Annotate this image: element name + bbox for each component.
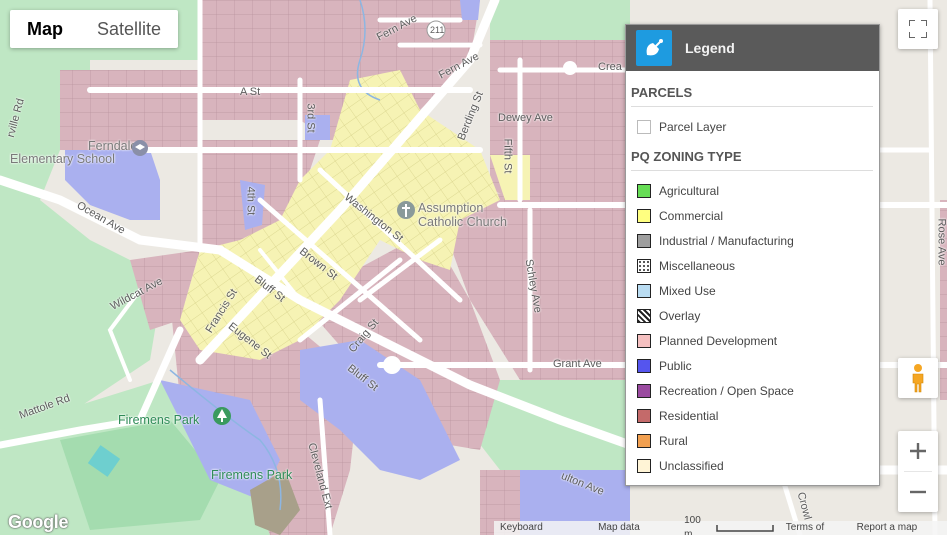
legend-item[interactable]: Miscellaneous: [631, 253, 873, 278]
legend-item-label: Commercial: [659, 208, 724, 223]
legend-item[interactable]: Residential: [631, 403, 873, 428]
label-grant-ave: Grant Ave: [553, 358, 602, 370]
legend-swatch: [637, 283, 651, 298]
legend-item-label: Overlay: [659, 308, 701, 323]
legend-item-label: Miscellaneous: [659, 258, 736, 273]
pegman-icon: [912, 364, 924, 393]
legend-swatch: [637, 333, 651, 348]
legend-item-label: Rural: [659, 433, 688, 448]
legend-item-label: Mixed Use: [659, 283, 716, 298]
google-logo: Google: [8, 512, 69, 532]
legend-parcel-layer[interactable]: Parcel Layer: [631, 114, 873, 139]
legend-item[interactable]: Rural: [631, 428, 873, 453]
zoom-out-button[interactable]: [898, 472, 938, 512]
legend-parcels-heading: PARCELS: [631, 79, 873, 107]
legend-swatch: [637, 408, 651, 423]
fullscreen-button[interactable]: [898, 9, 938, 49]
legend-item[interactable]: Industrial / Manufacturing: [631, 228, 873, 253]
label-4th-st: 4th St: [244, 186, 257, 216]
legend-title: Legend: [685, 40, 735, 56]
legend-panel: Legend PARCELS Parcel Layer PQ ZONING TY…: [625, 24, 880, 486]
minus-icon: [910, 490, 926, 494]
legend-logo: [636, 30, 672, 66]
zoom-control: [898, 431, 938, 512]
scale-text[interactable]: 100 m: [678, 515, 780, 535]
legend-swatch: [637, 308, 651, 323]
church-pin-icon[interactable]: [396, 200, 416, 222]
cul-de-sac-grant: [383, 356, 401, 374]
legend-swatch: [637, 383, 651, 398]
park-pin-icon[interactable]: [212, 406, 232, 428]
legend-swatch: [637, 183, 651, 198]
satellite-dish-icon: [646, 39, 663, 56]
legend-swatch: [637, 358, 651, 373]
terms-link[interactable]: Terms of Use: [780, 521, 851, 535]
map-data-text: Map data ©2022: [598, 522, 640, 533]
fullscreen-icon: [909, 20, 927, 38]
legend-zoning-list: Agricultural Commercial Industrial / Manuf…: [631, 178, 873, 478]
label-elementary-school: Elementary School: [10, 152, 115, 166]
legend-item-label: Recreation / Open Space: [659, 383, 794, 398]
cul-de-sac-north: [563, 61, 577, 75]
legend-swatch: [637, 258, 651, 273]
label-3rd-st: 3rd St: [304, 103, 317, 133]
legend-swatch: [637, 208, 651, 223]
legend-item-label: Unclassified: [659, 458, 724, 473]
parcel-checkbox[interactable]: [637, 119, 651, 134]
legend-item[interactable]: Agricultural: [631, 178, 873, 203]
legend-item-label: Residential: [659, 408, 719, 423]
legend-item-label: Planned Development: [659, 333, 778, 348]
scale-bar: [716, 525, 774, 532]
public-north: [460, 0, 480, 20]
label-crea: Crea: [598, 61, 622, 73]
legend-item[interactable]: Commercial: [631, 203, 873, 228]
legend-swatch: [637, 233, 651, 248]
map-type-satellite-button[interactable]: Satellite: [80, 10, 178, 48]
label-rose-ave: Rose Ave: [935, 218, 947, 266]
scale-label: 100 m: [684, 515, 701, 535]
legend-swatch: [637, 433, 651, 448]
label-a-st: A St: [240, 86, 261, 98]
map-type-map-button[interactable]: Map: [10, 10, 80, 48]
legend-item[interactable]: Recreation / Open Space: [631, 378, 873, 403]
label-dewey-ave: Dewey Ave: [498, 112, 553, 124]
legend-zoning-heading: PQ ZONING TYPE: [631, 143, 873, 171]
label-fifth-st: Fifth St: [501, 138, 514, 174]
legend-item[interactable]: Planned Development: [631, 328, 873, 353]
keyboard-shortcuts-link[interactable]: Keyboard shortcuts: [494, 521, 592, 535]
attribution-bar: Keyboard shortcuts Map data ©2022 100 m …: [494, 515, 947, 535]
legend-item-label: Public: [659, 358, 692, 373]
street-view-pegman-button[interactable]: [898, 358, 938, 398]
plus-icon: [910, 443, 926, 459]
legend-item-label: Industrial / Manufacturing: [659, 233, 794, 248]
legend-item[interactable]: Overlay: [631, 303, 873, 328]
label-firemens-park: Firemens Park: [118, 413, 200, 427]
green-area-north: [490, 0, 630, 40]
school-pin-icon[interactable]: [130, 138, 150, 158]
map-type-control: Map Satellite: [10, 10, 179, 48]
legend-parcel-label: Parcel Layer: [659, 119, 727, 134]
legend-item-label: Agricultural: [659, 183, 720, 198]
label-assumption-church: Assumption Catholic Church: [418, 201, 507, 229]
legend-item[interactable]: Unclassified: [631, 453, 873, 478]
legend-item[interactable]: Mixed Use: [631, 278, 873, 303]
label-route-211: 211: [430, 25, 445, 35]
legend-header[interactable]: Legend: [626, 25, 879, 71]
zoom-in-button[interactable]: [898, 431, 938, 471]
legend-item[interactable]: Public: [631, 353, 873, 378]
report-error-link[interactable]: Report a map error: [851, 521, 947, 535]
label-firemens-park-2: Firemens Park: [211, 468, 293, 482]
legend-swatch: [637, 458, 651, 473]
